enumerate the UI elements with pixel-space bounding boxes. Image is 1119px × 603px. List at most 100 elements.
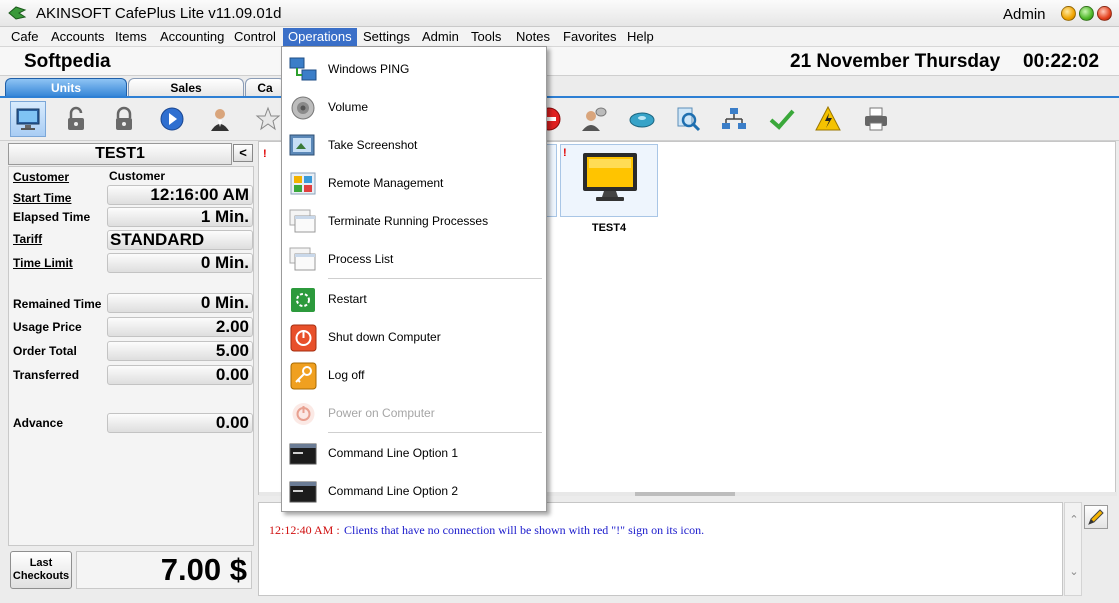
last-checkouts-line1: Last <box>29 557 53 569</box>
terminal-icon <box>289 443 317 465</box>
menu-item-volume[interactable]: Volume <box>282 88 546 126</box>
windows-stack-icon <box>289 209 316 233</box>
menu-item-power-on: Power on Computer <box>282 394 546 432</box>
menu-item-label: Power on Computer <box>328 406 435 420</box>
power-icon <box>290 324 317 352</box>
menu-item-label: Volume <box>328 100 369 114</box>
remote-management-icon <box>290 172 316 195</box>
person-icon[interactable] <box>202 101 238 137</box>
last-checkouts-button[interactable]: Last Checkouts <box>10 551 72 589</box>
restart-icon <box>291 288 315 312</box>
transferred-value: 0.00 <box>107 365 253 385</box>
menu-item-terminate-processes[interactable]: Terminate Running Processes <box>282 202 546 240</box>
menu-item-label: Restart <box>328 292 367 306</box>
unit-alert-marker: ! <box>563 147 567 159</box>
menu-item-label: Command Line Option 1 <box>328 446 459 460</box>
last-checkouts-line2: Checkouts <box>12 570 70 582</box>
menu-items[interactable]: Items <box>110 28 152 46</box>
close-button[interactable] <box>1097 6 1112 21</box>
tab-units[interactable]: Units <box>5 78 127 98</box>
usage-price-value: 2.00 <box>107 317 253 337</box>
maximize-button[interactable] <box>1079 6 1094 21</box>
menu-tools[interactable]: Tools <box>466 28 506 46</box>
lock-icon[interactable] <box>106 101 142 137</box>
menu-favorites[interactable]: Favorites <box>558 28 621 46</box>
current-user-label: Admin <box>1003 6 1046 23</box>
time-limit-link[interactable]: Time Limit <box>13 256 73 270</box>
transferred-label: Transferred <box>13 368 80 382</box>
play-icon[interactable] <box>154 101 190 137</box>
menu-separator <box>328 432 542 433</box>
menu-notes[interactable]: Notes <box>511 28 555 46</box>
screenshot-icon <box>289 134 315 156</box>
log-timestamp: 12:12:40 AM : <box>269 523 340 537</box>
customer-link[interactable]: Customer <box>13 170 69 184</box>
menu-accounting[interactable]: Accounting <box>155 28 229 46</box>
checkmark-icon[interactable] <box>764 101 800 137</box>
operations-dropdown-menu: Windows PING Volume Take Screenshot Remo… <box>281 46 547 512</box>
menu-item-command-line-2[interactable]: Command Line Option 2 <box>282 472 546 510</box>
tab-sales[interactable]: Sales <box>128 78 244 98</box>
network-ping-icon <box>289 57 317 81</box>
tab-bar: Units Sales Ca <box>0 76 1119 98</box>
menu-settings[interactable]: Settings <box>358 28 415 46</box>
unit-alert-marker: ! <box>263 148 267 160</box>
pencil-icon <box>1088 509 1104 525</box>
menu-control[interactable]: Control <box>229 28 281 46</box>
usage-price-label: Usage Price <box>13 320 82 334</box>
search-icon[interactable] <box>670 101 706 137</box>
windows-stack-icon <box>289 247 316 271</box>
cafe-name: Softpedia <box>24 51 111 72</box>
time-limit-value: 0 Min. <box>107 253 253 273</box>
unit-detail-panel: TEST1 < Customer Customer Start Time 12:… <box>6 141 256 596</box>
menu-item-log-off[interactable]: Log off <box>282 356 546 394</box>
printer-icon[interactable] <box>858 101 894 137</box>
scrollbar-thumb[interactable] <box>635 492 735 496</box>
advance-label: Advance <box>13 416 64 430</box>
chevron-up-icon[interactable]: ⌃ <box>1068 513 1080 526</box>
app-logo-icon <box>8 6 27 20</box>
tariff-link[interactable]: Tariff <box>13 232 42 246</box>
menu-item-process-list[interactable]: Process List <box>282 240 546 278</box>
menu-item-restart[interactable]: Restart <box>282 280 546 318</box>
menu-item-windows-ping[interactable]: Windows PING <box>282 50 546 88</box>
collapse-button[interactable]: < <box>233 144 253 162</box>
unit-tile-test4[interactable]: ! <box>560 144 658 217</box>
menu-accounts[interactable]: Accounts <box>46 28 109 46</box>
elapsed-time-label: Elapsed Time <box>13 210 91 224</box>
menu-item-label: Remote Management <box>328 176 444 190</box>
tab-categories[interactable]: Ca <box>245 78 285 98</box>
advance-value: 0.00 <box>107 413 253 433</box>
menu-cafe[interactable]: Cafe <box>6 28 43 46</box>
menu-help[interactable]: Help <box>622 28 659 46</box>
user-chat-icon[interactable] <box>576 101 612 137</box>
key-icon <box>290 362 317 390</box>
window-title: AKINSOFT CafePlus Lite v11.09.01d <box>36 5 282 22</box>
menu-bar: Cafe Accounts Items Accounting Control O… <box>0 27 1119 47</box>
menu-item-remote-management[interactable]: Remote Management <box>282 164 546 202</box>
menu-item-take-screenshot[interactable]: Take Screenshot <box>282 126 546 164</box>
menu-operations[interactable]: Operations <box>283 28 357 46</box>
menu-item-shut-down[interactable]: Shut down Computer <box>282 318 546 356</box>
edit-tool-button[interactable] <box>1084 505 1108 529</box>
menu-item-label: Windows PING <box>328 62 410 76</box>
minimize-button[interactable] <box>1061 6 1076 21</box>
lightning-icon[interactable] <box>810 101 846 137</box>
start-time-link[interactable]: Start Time <box>13 191 71 205</box>
log-message: Clients that have no connection will be … <box>344 523 705 537</box>
menu-admin[interactable]: Admin <box>417 28 464 46</box>
unlock-icon[interactable] <box>58 101 94 137</box>
menu-item-label: Log off <box>328 368 365 382</box>
tariff-value: STANDARD <box>107 230 253 250</box>
disk-icon[interactable] <box>624 101 660 137</box>
menu-item-command-line-1[interactable]: Command Line Option 1 <box>282 434 546 472</box>
menu-item-label: Take Screenshot <box>328 138 418 152</box>
remained-time-value: 0 Min. <box>107 293 253 313</box>
unit-label-test4: TEST4 <box>591 222 627 234</box>
chevron-down-icon[interactable]: ⌄ <box>1068 565 1080 578</box>
log-scrollbar[interactable]: ⌃ ⌄ <box>1064 502 1082 596</box>
network-icon[interactable] <box>716 101 752 137</box>
menu-item-label: Command Line Option 2 <box>328 484 459 498</box>
monitor-icon[interactable] <box>10 101 46 137</box>
log-panel: 12:12:40 AM : Clients that have no conne… <box>258 502 1063 596</box>
